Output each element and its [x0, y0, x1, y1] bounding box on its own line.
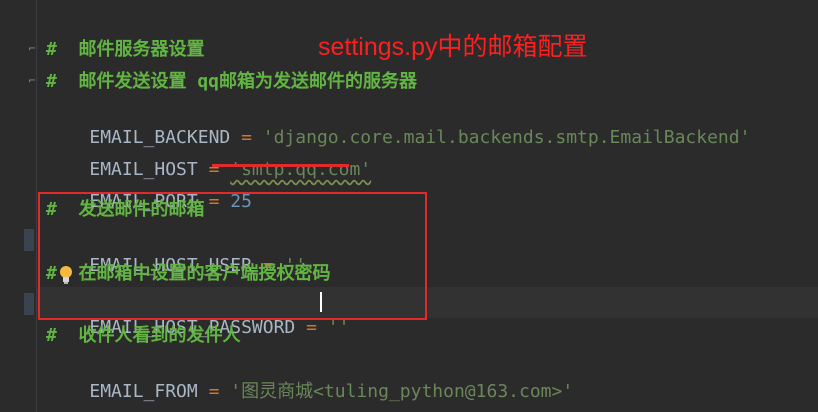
code-line-email-backend: EMAIL_BACKEND = 'django.core.mail.backen…	[46, 102, 750, 148]
setting-value: '图灵商城<tuling_python@163.com>'	[230, 381, 574, 402]
code-line-email-port: EMAIL_PORT = 25	[46, 166, 252, 212]
code-line-email-host: EMAIL_HOST = 'smtp.qq.com'	[46, 134, 371, 180]
fold-marker-icon[interactable]: ⌐	[27, 43, 37, 55]
setting-value: ''	[327, 317, 350, 338]
code-editor[interactable]: ⌐ ⌐ # 邮件服务器设置 # 邮件发送设置 qq邮箱为发送邮件的服务器 EMA…	[0, 0, 818, 412]
assignment-operator: =	[197, 381, 231, 402]
annotation-underline	[212, 164, 349, 167]
fold-marker-icon[interactable]: ⌐	[27, 75, 37, 87]
bookmark-icon	[24, 229, 34, 251]
code-line-email-from: EMAIL_FROM = '图灵商城<tuling_python@163.com…	[46, 356, 573, 402]
annotation-title: settings.py中的邮箱配置	[318, 33, 588, 61]
code-line-comment: # 收件人看到的发件人	[46, 325, 241, 346]
setting-key: EMAIL_FROM	[89, 381, 198, 402]
line-gutter: ⌐ ⌐	[0, 0, 37, 412]
bookmark-icon	[24, 293, 34, 315]
code-line-comment: # 邮件服务器设置	[46, 39, 205, 60]
annotation-highlight-box	[38, 192, 427, 320]
assignment-operator: =	[295, 317, 328, 338]
code-line-comment: # 邮件发送设置 qq邮箱为发送邮件的服务器	[46, 71, 418, 92]
